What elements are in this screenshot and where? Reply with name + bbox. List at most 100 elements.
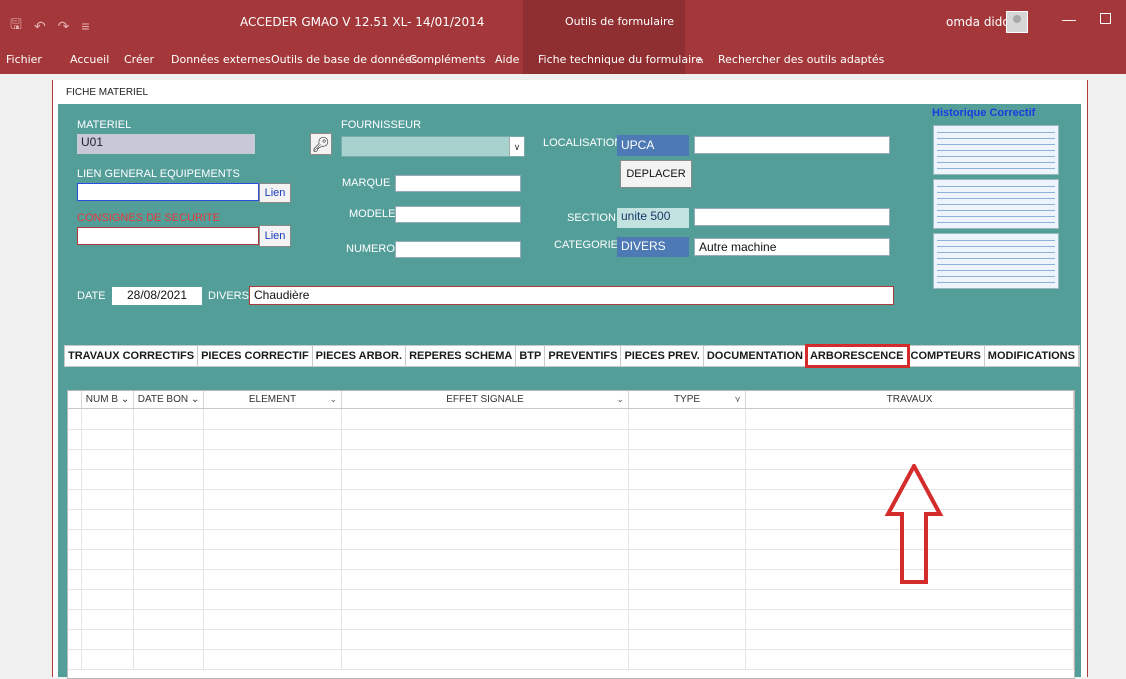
- table-cell[interactable]: [629, 649, 746, 669]
- table-cell[interactable]: [82, 489, 134, 509]
- table-cell[interactable]: [342, 609, 629, 629]
- table-row[interactable]: [68, 429, 1074, 450]
- table-cell[interactable]: [746, 589, 1074, 609]
- table-cell[interactable]: [204, 409, 342, 429]
- tab-modifications[interactable]: MODIFICATIONS: [985, 346, 1079, 366]
- table-cell[interactable]: [204, 569, 342, 589]
- tab-travaux-correctifs[interactable]: TRAVAUX CORRECTIFS: [65, 346, 199, 366]
- tab-pieces-prev[interactable]: PIECES PREV.: [621, 346, 704, 366]
- lien-general-field[interactable]: [77, 183, 259, 201]
- table-cell[interactable]: [134, 609, 204, 629]
- table-cell[interactable]: [68, 509, 82, 529]
- table-cell[interactable]: [134, 489, 204, 509]
- table-cell[interactable]: [746, 429, 1074, 449]
- table-cell[interactable]: [342, 569, 629, 589]
- col-num-b[interactable]: NUM B ⌄: [82, 391, 134, 408]
- sort-dropdown-icon[interactable]: ⌄: [121, 394, 129, 405]
- table-cell[interactable]: [629, 469, 746, 489]
- table-cell[interactable]: [82, 609, 134, 629]
- table-cell[interactable]: [134, 629, 204, 649]
- table-cell[interactable]: [342, 409, 629, 429]
- table-cell[interactable]: [134, 509, 204, 529]
- table-cell[interactable]: [629, 609, 746, 629]
- avatar[interactable]: [1006, 11, 1028, 33]
- menu-creer[interactable]: Créer: [124, 53, 154, 66]
- table-row[interactable]: [68, 589, 1074, 610]
- table-cell[interactable]: [134, 529, 204, 549]
- table-row[interactable]: [68, 649, 1074, 670]
- sort-dropdown-icon[interactable]: ⌄: [616, 391, 624, 408]
- table-cell[interactable]: [68, 449, 82, 469]
- menu-donnees-externes[interactable]: Données externes: [171, 53, 271, 66]
- tab-pieces-correctif[interactable]: PIECES CORRECTIF: [198, 346, 313, 366]
- table-cell[interactable]: [82, 629, 134, 649]
- col-type[interactable]: TYPE ⋎: [629, 391, 746, 408]
- table-cell[interactable]: [82, 449, 134, 469]
- table-cell[interactable]: [342, 509, 629, 529]
- table-cell[interactable]: [68, 649, 82, 669]
- table-cell[interactable]: [82, 549, 134, 569]
- table-cell[interactable]: [68, 529, 82, 549]
- redo-icon[interactable]: ↷: [58, 18, 70, 35]
- col-date-bon[interactable]: DATE BON ⌄: [134, 391, 204, 408]
- col-effet-signale[interactable]: EFFET SIGNALE ⌄: [342, 391, 629, 408]
- deplacer-button[interactable]: DEPLACER: [620, 160, 692, 188]
- select-all-corner[interactable]: [68, 391, 82, 408]
- table-row[interactable]: [68, 609, 1074, 630]
- consignes-lien-button[interactable]: Lien: [259, 225, 291, 247]
- table-cell[interactable]: [629, 569, 746, 589]
- filter-icon[interactable]: ⋎: [734, 391, 741, 408]
- tab-pieces-arbor[interactable]: PIECES ARBOR.: [313, 346, 407, 366]
- table-cell[interactable]: [68, 549, 82, 569]
- table-cell[interactable]: [134, 469, 204, 489]
- table-cell[interactable]: [342, 429, 629, 449]
- menu-outils-bdd[interactable]: Outils de base de données: [271, 53, 417, 66]
- key-button[interactable]: 🔑︎: [310, 133, 332, 155]
- table-cell[interactable]: [342, 529, 629, 549]
- table-cell[interactable]: [134, 409, 204, 429]
- table-cell[interactable]: [82, 649, 134, 669]
- materiel-field[interactable]: U01: [77, 134, 255, 154]
- table-cell[interactable]: [204, 549, 342, 569]
- table-cell[interactable]: [342, 549, 629, 569]
- menu-accueil[interactable]: Accueil: [70, 53, 109, 66]
- table-cell[interactable]: [204, 629, 342, 649]
- categorie-desc[interactable]: Autre machine: [694, 238, 890, 256]
- divers-field[interactable]: Chaudière: [249, 286, 894, 305]
- table-cell[interactable]: [68, 409, 82, 429]
- table-cell[interactable]: [68, 429, 82, 449]
- table-cell[interactable]: [204, 529, 342, 549]
- table-cell[interactable]: [204, 469, 342, 489]
- menu-rechercher[interactable]: Rechercher des outils adaptés: [718, 53, 884, 66]
- table-cell[interactable]: [204, 509, 342, 529]
- table-cell[interactable]: [82, 469, 134, 489]
- historique-thumbnail-2[interactable]: [933, 179, 1059, 229]
- tab-btp[interactable]: BTP: [516, 346, 546, 366]
- table-row[interactable]: [68, 409, 1074, 430]
- table-cell[interactable]: [68, 589, 82, 609]
- historique-thumbnail-1[interactable]: [933, 125, 1059, 175]
- tab-reperes-schema[interactable]: REPERES SCHEMA: [406, 346, 517, 366]
- tab-compteurs[interactable]: COMPTEURS: [908, 346, 985, 366]
- table-cell[interactable]: [746, 409, 1074, 429]
- table-cell[interactable]: [134, 569, 204, 589]
- table-cell[interactable]: [134, 449, 204, 469]
- table-cell[interactable]: [134, 549, 204, 569]
- table-cell[interactable]: [82, 569, 134, 589]
- table-cell[interactable]: [82, 509, 134, 529]
- table-cell[interactable]: [629, 449, 746, 469]
- customize-icon[interactable]: ≡: [81, 18, 89, 34]
- table-cell[interactable]: [134, 649, 204, 669]
- table-cell[interactable]: [746, 629, 1074, 649]
- date-field[interactable]: 28/08/2021: [112, 287, 202, 305]
- table-cell[interactable]: [629, 409, 746, 429]
- minimize-icon[interactable]: —: [1062, 11, 1076, 27]
- table-cell[interactable]: [204, 449, 342, 469]
- table-cell[interactable]: [82, 529, 134, 549]
- col-element[interactable]: ELEMENT ⌄: [204, 391, 342, 408]
- marque-field[interactable]: [395, 175, 521, 192]
- table-cell[interactable]: [342, 469, 629, 489]
- undo-icon[interactable]: ↶: [34, 18, 46, 35]
- table-cell[interactable]: [204, 429, 342, 449]
- table-cell[interactable]: [204, 649, 342, 669]
